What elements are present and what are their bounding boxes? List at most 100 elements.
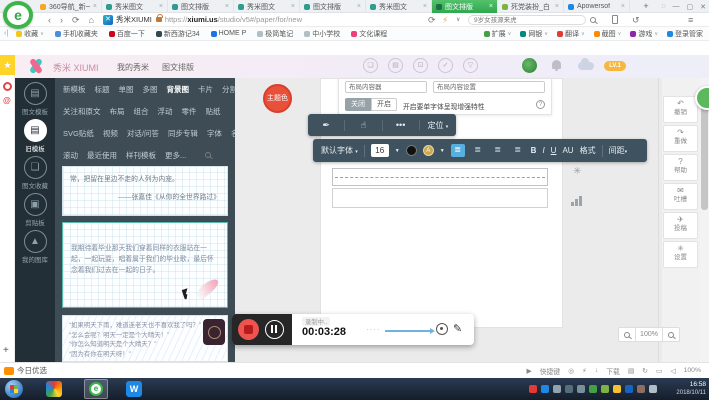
tray-icon[interactable] [637, 385, 645, 393]
zoom-out-button[interactable] [618, 327, 636, 342]
chart-icon[interactable] [571, 196, 585, 206]
panel-menu-item[interactable]: 字体 [207, 128, 222, 139]
template-card[interactable]: 常，把留在里边不走的人列为内宠。 ——张嘉佳《从你的全世界路过》 [62, 166, 228, 216]
locate-button[interactable]: 定位 ▾ [420, 120, 456, 131]
panel-menu-item[interactable]: 分割线 [222, 84, 235, 95]
bookmark-item[interactable]: 百度一下 [109, 29, 145, 39]
bookmark-item[interactable]: 中小学校 [304, 29, 340, 39]
panel-menu-item[interactable]: 多图 [143, 84, 158, 95]
bookmark-item[interactable]: 手机收藏夹 [55, 29, 98, 39]
status-bar-item[interactable]: ↓ [595, 367, 598, 374]
tray-icon[interactable] [649, 385, 657, 393]
browser-tool-item[interactable]: 扩展 ∨ [484, 29, 512, 39]
bookmark-item[interactable]: 极简笔记 [257, 29, 293, 39]
bookmark-item[interactable]: 文化课程 [351, 29, 387, 39]
sidebar-item[interactable]: ▤ 图文模板 [15, 82, 55, 116]
panel-menu-item[interactable]: 新模板 [63, 84, 86, 95]
tray-icon[interactable] [589, 385, 597, 393]
add-panel-button[interactable]: + [3, 345, 9, 356]
align-right-button[interactable]: ≣ [491, 144, 505, 157]
xiumi-logo-icon[interactable] [26, 58, 46, 74]
on-button[interactable]: 开启 [371, 98, 397, 111]
tray-icon[interactable] [625, 385, 633, 393]
panel-menu-item[interactable]: 卡片 [198, 84, 213, 95]
panel-menu-item[interactable]: 同步专辑 [168, 128, 198, 139]
panel-search-icon[interactable] [205, 152, 211, 158]
theme-color-button[interactable]: 主题色 [263, 84, 292, 113]
taskbar-360-icon[interactable] [46, 381, 62, 397]
panel-menu-item[interactable]: 零件 [182, 106, 197, 117]
close-button[interactable]: ✕ [700, 3, 706, 11]
zoom-in-button[interactable] [662, 327, 680, 342]
nav-my-xiumi[interactable]: 我的秀米 [117, 62, 149, 73]
panel-menu-item[interactable]: 滚动 [63, 150, 78, 161]
tab-close-icon[interactable]: × [159, 3, 163, 10]
tab-close-icon[interactable]: × [621, 3, 625, 10]
panel-menu-item[interactable]: 关注和原文 [63, 106, 101, 117]
browser-logo[interactable]: e [3, 1, 33, 29]
collapse-icon[interactable]: ▽ [463, 58, 478, 73]
start-button[interactable] [5, 380, 23, 398]
avatar[interactable] [522, 58, 537, 73]
template-card[interactable]: 我期待着毕业那天我们穿着同样的衣服站在一起，一起玩耍，唱着属于我们的毕业歌，最后… [62, 222, 228, 308]
pause-record-button[interactable] [265, 320, 284, 339]
align-left-button[interactable]: ≣ [451, 144, 465, 157]
tab-close-icon[interactable]: × [225, 3, 229, 10]
spacing-button[interactable]: 间距▾ [609, 145, 628, 156]
tray-icon[interactable] [553, 385, 561, 393]
sidebar-item[interactable]: ▲ 我的图库 [15, 230, 55, 264]
panel-menu-item[interactable]: 单图 [119, 84, 134, 95]
panel-menu-item[interactable]: 对话/问答 [127, 128, 159, 139]
bookmark-item[interactable]: 新西游记34 [156, 29, 200, 39]
align-justify-button[interactable]: ≣ [511, 144, 525, 157]
font-select[interactable]: 默认字体 ▾ [321, 145, 358, 156]
user-mode-icon[interactable]: ◌ [661, 3, 665, 10]
panel-menu-item[interactable]: SVG贴纸 [63, 128, 94, 139]
pencil-icon[interactable]: ✎ [453, 322, 462, 335]
page-refresh-icon[interactable]: ⟳ [428, 14, 436, 26]
sidebar-item[interactable]: ❏ 图文收藏 [15, 156, 55, 190]
panel-menu-item[interactable]: 组合 [134, 106, 149, 117]
right-tool-button[interactable]: ↶ 撤销 [663, 96, 698, 123]
tray-icon[interactable] [577, 385, 585, 393]
format-button[interactable]: 格式 [580, 145, 596, 156]
status-bar-item[interactable]: ⚡ [582, 367, 587, 375]
size-caret-icon[interactable]: ▼ [395, 148, 400, 154]
status-bar-item[interactable]: 快捷键 [540, 366, 560, 376]
right-tool-button[interactable]: ✳ 设置 [663, 241, 698, 268]
layout-field-2[interactable]: 布局内容设置 [433, 81, 545, 93]
tab-close-icon[interactable]: × [423, 3, 427, 10]
minimize-button[interactable]: — [673, 3, 680, 10]
status-bar-item[interactable]: ▭ [656, 367, 662, 375]
panel-menu-item[interactable]: 视频 [103, 128, 118, 139]
tab-close-icon[interactable]: × [357, 3, 361, 10]
address-url[interactable]: https://xiumi.us/studio/v5#/paper/for/ne… [165, 15, 302, 24]
xiumi-brand[interactable]: 秀米 XIUMI [53, 61, 99, 74]
right-tool-button[interactable]: ? 帮助 [663, 154, 698, 181]
status-bar-item[interactable]: ↻ [642, 367, 648, 375]
browser-tab[interactable]: 360导航_新一 × [36, 0, 102, 13]
home-icon[interactable]: ⌂ [89, 14, 94, 26]
tab-close-icon[interactable]: × [555, 3, 559, 10]
status-bar-item[interactable]: 下载 [606, 366, 620, 376]
off-button[interactable]: 关闭 [345, 98, 371, 111]
tab-close-icon[interactable]: × [291, 3, 295, 10]
tray-icon[interactable] [613, 385, 621, 393]
status-bar-item[interactable]: ◁ [670, 367, 675, 375]
favorites-star-icon[interactable]: ★ [0, 55, 15, 75]
at-icon[interactable]: @ [3, 96, 11, 105]
search-input[interactable]: 9岁女孩源来虎 [468, 15, 586, 25]
color-caret-icon[interactable]: ▼ [440, 148, 445, 154]
record-slider[interactable] [385, 330, 431, 332]
font-size-input[interactable]: 16 [371, 144, 389, 157]
browser-tool-item[interactable]: 截图 ∨ [594, 29, 622, 39]
taskbar-wps-icon[interactable]: W [126, 381, 142, 397]
webcam-icon[interactable] [436, 323, 448, 335]
panel-menu-item[interactable]: 样刊模板 [126, 150, 156, 161]
check-icon[interactable]: ✓ [438, 58, 453, 73]
undo-history-icon[interactable]: ↺ [632, 14, 640, 26]
panel-menu-item[interactable]: 布局 [110, 106, 125, 117]
forward-icon[interactable]: › [60, 14, 63, 26]
text-color-swatch[interactable] [406, 145, 417, 156]
browser-tab[interactable]: 图文排版 × [300, 0, 366, 13]
